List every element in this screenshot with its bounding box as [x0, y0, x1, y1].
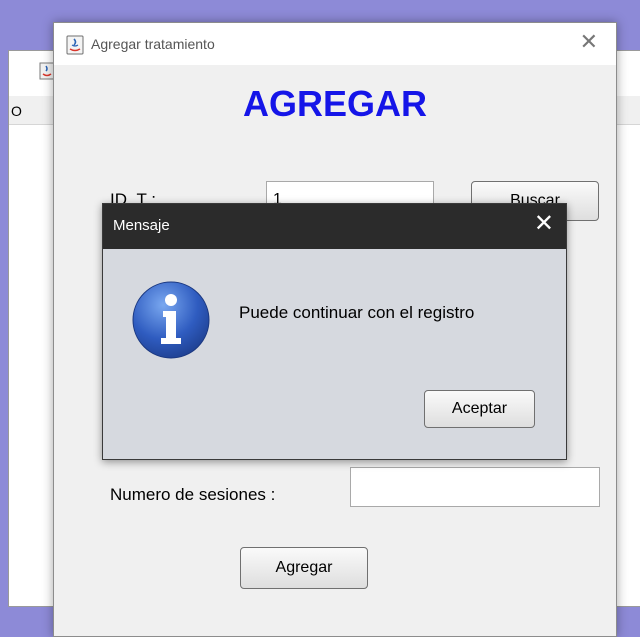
close-icon[interactable]: ✕ [580, 31, 598, 53]
menu-item[interactable]: O [11, 103, 22, 119]
dialog-titlebar: Agregar tratamiento ✕ [54, 23, 616, 65]
message-title: Mensaje [113, 217, 170, 234]
page-title: AGREGAR [242, 83, 427, 124]
add-button[interactable]: Agregar [240, 547, 368, 589]
info-icon [132, 281, 210, 359]
sessions-label: Numero de sesiones : [110, 485, 276, 504]
message-titlebar: Mensaje ✕ [103, 204, 566, 249]
dialog-title: Agregar tratamiento [91, 36, 215, 52]
message-dialog: Mensaje ✕ Puede continuar con el registr… [102, 203, 567, 460]
accept-button[interactable]: Aceptar [424, 390, 535, 428]
message-text: Puede continuar con el registro [239, 303, 475, 322]
java-icon [66, 35, 84, 55]
close-icon[interactable]: ✕ [534, 212, 554, 236]
sessions-input[interactable] [350, 467, 600, 507]
